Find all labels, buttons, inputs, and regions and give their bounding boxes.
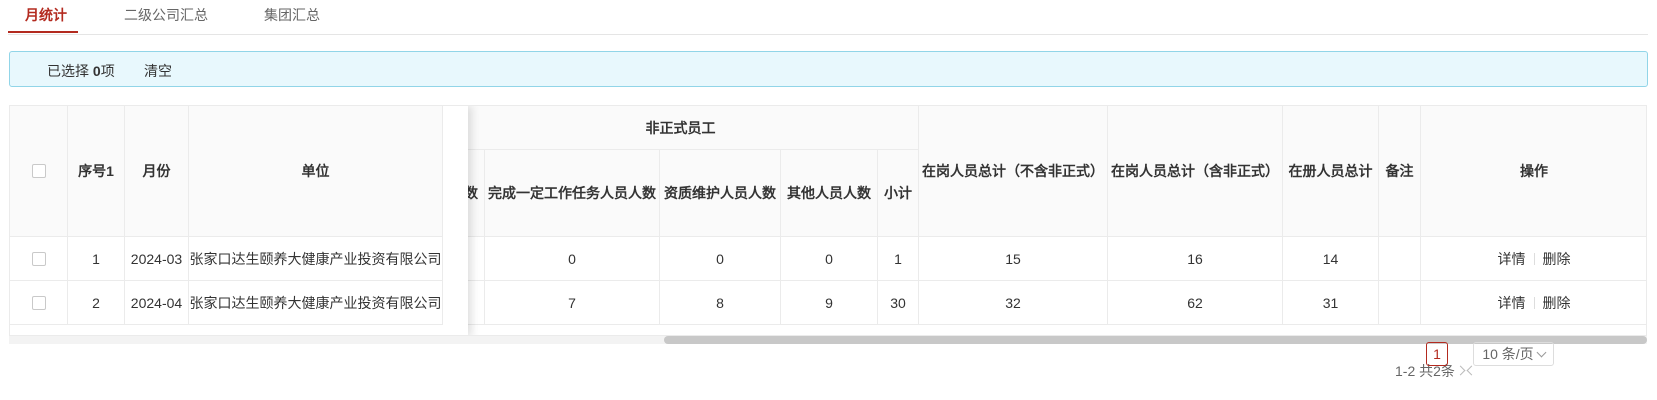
table-cell: 7 [485, 281, 660, 325]
table-cell: 0 [781, 237, 878, 281]
header-month: 月份 [125, 106, 189, 237]
table-cell: 32 [919, 281, 1108, 325]
header-informal-staff-group: 非正式员工 [443, 106, 919, 150]
selection-count-text: 已选择 0项 [47, 63, 115, 79]
header-unit: 单位 [189, 106, 443, 237]
table-cell: 张家口达生颐养大健康产业投资有限公司 [189, 281, 443, 325]
tab-group-summary[interactable]: 集团汇总 [264, 5, 320, 33]
table-cell: 2024-03 [125, 237, 189, 281]
detail-link[interactable]: 详情 [1490, 293, 1534, 313]
table-cell: 16 [1108, 237, 1283, 281]
table-cell: 14 [1283, 237, 1379, 281]
delete-link[interactable]: 删除 [1535, 293, 1579, 313]
header-subtotal: 小计 [878, 150, 919, 237]
row-actions: 详情 删除 [1421, 237, 1646, 281]
header-actions: 操作 [1421, 106, 1646, 237]
row-actions: 详情 删除 [1421, 281, 1646, 325]
table-cell [1379, 281, 1421, 325]
clear-selection-button[interactable]: 清空 [144, 61, 172, 81]
table-cell: 15 [919, 237, 1108, 281]
tab-monthly-stats[interactable]: 月统计 [25, 5, 67, 33]
header-index: 序号1 [68, 106, 125, 237]
table-cell: 31 [1283, 281, 1379, 325]
header-select-all [10, 106, 68, 237]
table-cell: 62 [1108, 281, 1283, 325]
chevron-down-icon [1536, 347, 1547, 357]
table-row [10, 237, 68, 281]
data-table: 非正式员工 员人数 完成一定工作任务人员人数 资质维护人员人数 其他人员人数 小… [9, 105, 1647, 336]
table-cell: 0 [485, 237, 660, 281]
selection-alert: 已选择 0项 清空 [9, 51, 1648, 87]
table-cell: 8 [660, 281, 781, 325]
header-on-post-excluding-informal: 在岗人员总计（不含非正式） [919, 106, 1108, 237]
header-other-staff: 其他人员人数 [781, 150, 878, 237]
chevron-right-icon[interactable] [1455, 361, 1466, 385]
row-checkbox[interactable] [31, 251, 46, 266]
table-cell: 30 [878, 281, 919, 325]
header-task-staff: 完成一定工作任务人员人数 [485, 150, 660, 237]
horizontal-scrollbar[interactable] [9, 336, 1647, 344]
table-cell: 2024-04 [125, 281, 189, 325]
header-on-post-including-informal: 在岗人员总计（含非正式） [1108, 106, 1283, 237]
row-checkbox[interactable] [31, 295, 46, 310]
table-cell [1379, 237, 1421, 281]
table-cell: 0 [660, 237, 781, 281]
header-remark: 备注 [1379, 106, 1421, 237]
page-size-label: 10 条/页 [1482, 346, 1534, 362]
header-qualification-staff: 资质维护人员人数 [660, 150, 781, 237]
table-cell: 张家口达生颐养大健康产业投资有限公司 [189, 237, 443, 281]
selection-count: 0 [92, 63, 101, 79]
table-row [10, 281, 68, 325]
fixed-left-columns: 序号1 月份 单位 1 2024-03 张家口达生颐养大健康产业投资有限公司 2… [10, 106, 468, 335]
active-tab-indicator [8, 31, 78, 33]
page-button-current[interactable]: 1 [1426, 342, 1448, 366]
delete-link[interactable]: 删除 [1535, 249, 1579, 269]
table-cell: 2 [68, 281, 125, 325]
table-cell: 1 [878, 237, 919, 281]
detail-link[interactable]: 详情 [1490, 249, 1534, 269]
page-size-select[interactable]: 10 条/页 [1473, 342, 1554, 366]
table-cell: 9 [781, 281, 878, 325]
tab-bar: 月统计 二级公司汇总 集团汇总 [8, 0, 1648, 35]
table-cell: 1 [68, 237, 125, 281]
select-all-checkbox[interactable] [31, 164, 46, 178]
tab-secondary-company-summary[interactable]: 二级公司汇总 [124, 5, 208, 33]
header-registered-total: 在册人员总计 [1283, 106, 1379, 237]
